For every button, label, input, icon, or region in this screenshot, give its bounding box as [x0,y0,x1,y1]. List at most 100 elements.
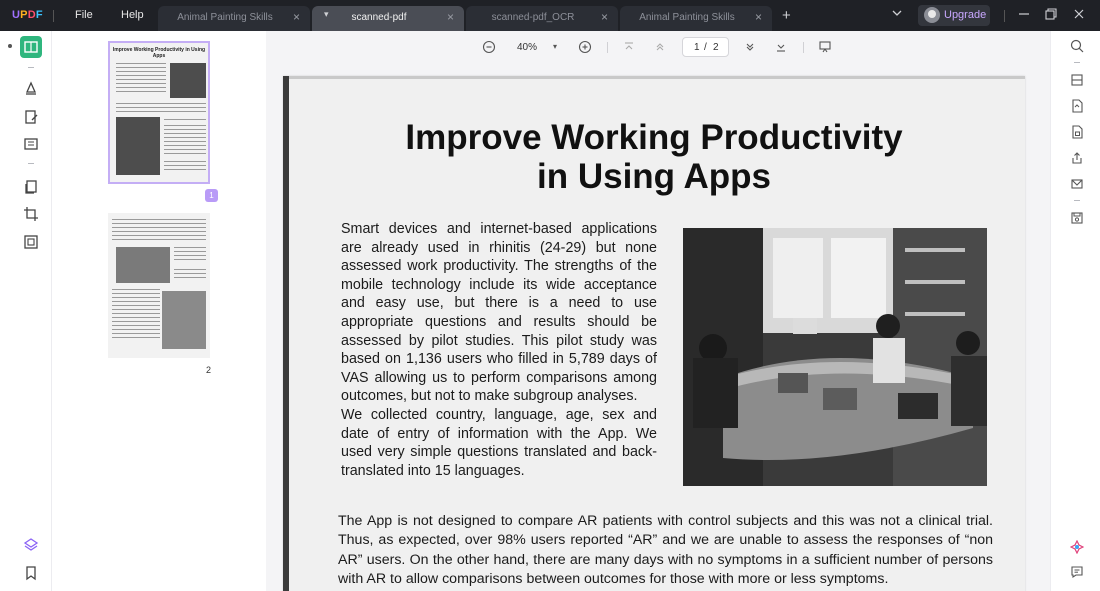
left-tool-rail [0,31,52,591]
tab-animal-painting-skills[interactable]: Animal Painting Skills × [158,6,310,31]
scan-edge [283,76,1025,79]
tab-close-icon[interactable]: × [293,10,300,24]
tab-close-icon[interactable]: × [601,10,608,24]
comments-panel-button[interactable] [1068,563,1086,581]
page-number-badge: 1 [205,189,218,202]
menu-help[interactable]: Help [121,9,144,21]
zoom-out-button[interactable] [480,38,498,56]
thumb-text-line [112,313,160,314]
zoom-dropdown-icon[interactable]: ▾ [553,42,557,51]
document-title-line: Improve Working Productivity [405,118,903,157]
document-title: Improve Working Productivity in Using Ap… [283,118,1025,196]
minimize-icon[interactable] [1016,6,1032,22]
ocr-tool-button[interactable] [20,231,42,253]
thumbnail-panel: Improve Working Productivity in Using Ap… [52,31,266,591]
chevron-down-icon[interactable] [891,7,903,19]
document-body: Smart devices and internet-based applica… [341,220,657,480]
total-pages: 2 [713,42,719,53]
thumb-text-line [112,329,160,330]
thumb-text-line [164,141,206,142]
menu-file[interactable]: File [75,9,93,21]
thumb-text-line [112,337,160,338]
convert-button[interactable] [1068,97,1086,115]
upgrade-button[interactable]: Upgrade [918,5,990,26]
presentation-button[interactable] [816,38,834,56]
thumb-text-line [112,305,160,306]
thumb-text-line [164,169,206,170]
document-title-line: in Using Apps [537,157,771,196]
thumb-text-line [112,239,206,240]
thumb-text-line [174,247,206,248]
title-bar: UPDF File Help Animal Painting Skills × … [0,0,1100,31]
first-page-icon [625,42,633,50]
crop-icon [24,207,38,221]
protect-button[interactable] [1068,123,1086,141]
toolbar-divider [803,42,804,53]
ocr-icon [1071,74,1083,86]
thumb-text-line [116,83,166,84]
tab-close-icon[interactable]: × [447,10,454,24]
current-page[interactable]: 1 [694,42,700,53]
tab-close-icon[interactable]: × [755,10,762,24]
comment-icon [1071,566,1083,579]
ocr-button[interactable] [1068,71,1086,89]
tab-scanned-pdf[interactable]: ▾ scanned-pdf × [312,6,464,31]
restore-icon[interactable] [1043,6,1059,22]
thumb-text-line [112,325,160,326]
close-icon[interactable] [1071,6,1087,22]
last-page-button[interactable] [772,38,790,56]
pdf-page: Improve Working Productivity in Using Ap… [283,76,1025,591]
bookmark-icon [26,566,36,581]
search-button[interactable] [1068,37,1086,55]
ai-assistant-button[interactable] [1068,538,1086,556]
organize-pages-button[interactable] [20,176,42,198]
tab-scanned-pdf-ocr[interactable]: scanned-pdf_OCR × [466,6,618,31]
document-view[interactable]: Improve Working Productivity in Using Ap… [266,65,1050,591]
thumb-text-line [112,333,160,334]
thumb-text-line [112,223,206,224]
email-button[interactable] [1068,175,1086,193]
layers-button[interactable] [20,534,42,556]
edit-pdf-button[interactable] [20,106,42,128]
thumb-text-line [112,309,160,310]
thumb-text-line [116,91,166,92]
crop-tool-button[interactable] [20,203,42,225]
thumb-text-line [116,67,166,68]
thumb-text-line [116,103,206,104]
share-icon [1072,152,1082,164]
thumb-text-line [116,75,166,76]
toolbar-divider [607,42,608,53]
thumb-text-line [116,79,166,80]
thumb-text-line [112,219,206,220]
first-page-button[interactable] [620,38,638,56]
bookmark-button[interactable] [20,562,42,584]
page-number-field[interactable]: 1 / 2 [682,37,729,57]
zoom-level[interactable]: 40% [517,42,537,53]
page-thumbnail-2[interactable] [108,213,210,358]
save-button[interactable] [1068,209,1086,227]
thumb-text-line [112,297,160,298]
reader-mode-button[interactable] [20,36,42,58]
thumb-text-line [164,119,206,120]
previous-page-button[interactable] [651,38,669,56]
zoom-out-icon [482,40,496,54]
search-icon [1070,39,1084,53]
page-thumbnail-1[interactable]: Improve Working Productivity in Using Ap… [108,41,210,184]
share-button[interactable] [1068,149,1086,167]
comment-tool-button[interactable] [20,77,42,99]
photo-illustration [683,228,987,486]
thumb-text-line [174,273,206,274]
thumb-text-line [164,129,206,130]
thumb-text-line [116,107,206,108]
next-page-button[interactable] [741,38,759,56]
tab-animal-painting-skills-2[interactable]: Animal Painting Skills × [620,6,772,31]
thumb-text-line [174,259,206,260]
presentation-icon [819,41,831,53]
thumb-text-line [116,111,206,112]
add-tab-icon[interactable]: + [782,7,791,24]
ai-assistant-icon [1070,540,1084,554]
pages-icon [25,180,37,194]
highlighter-icon [25,81,37,95]
zoom-in-button[interactable] [576,38,594,56]
form-tool-button[interactable] [20,133,42,155]
